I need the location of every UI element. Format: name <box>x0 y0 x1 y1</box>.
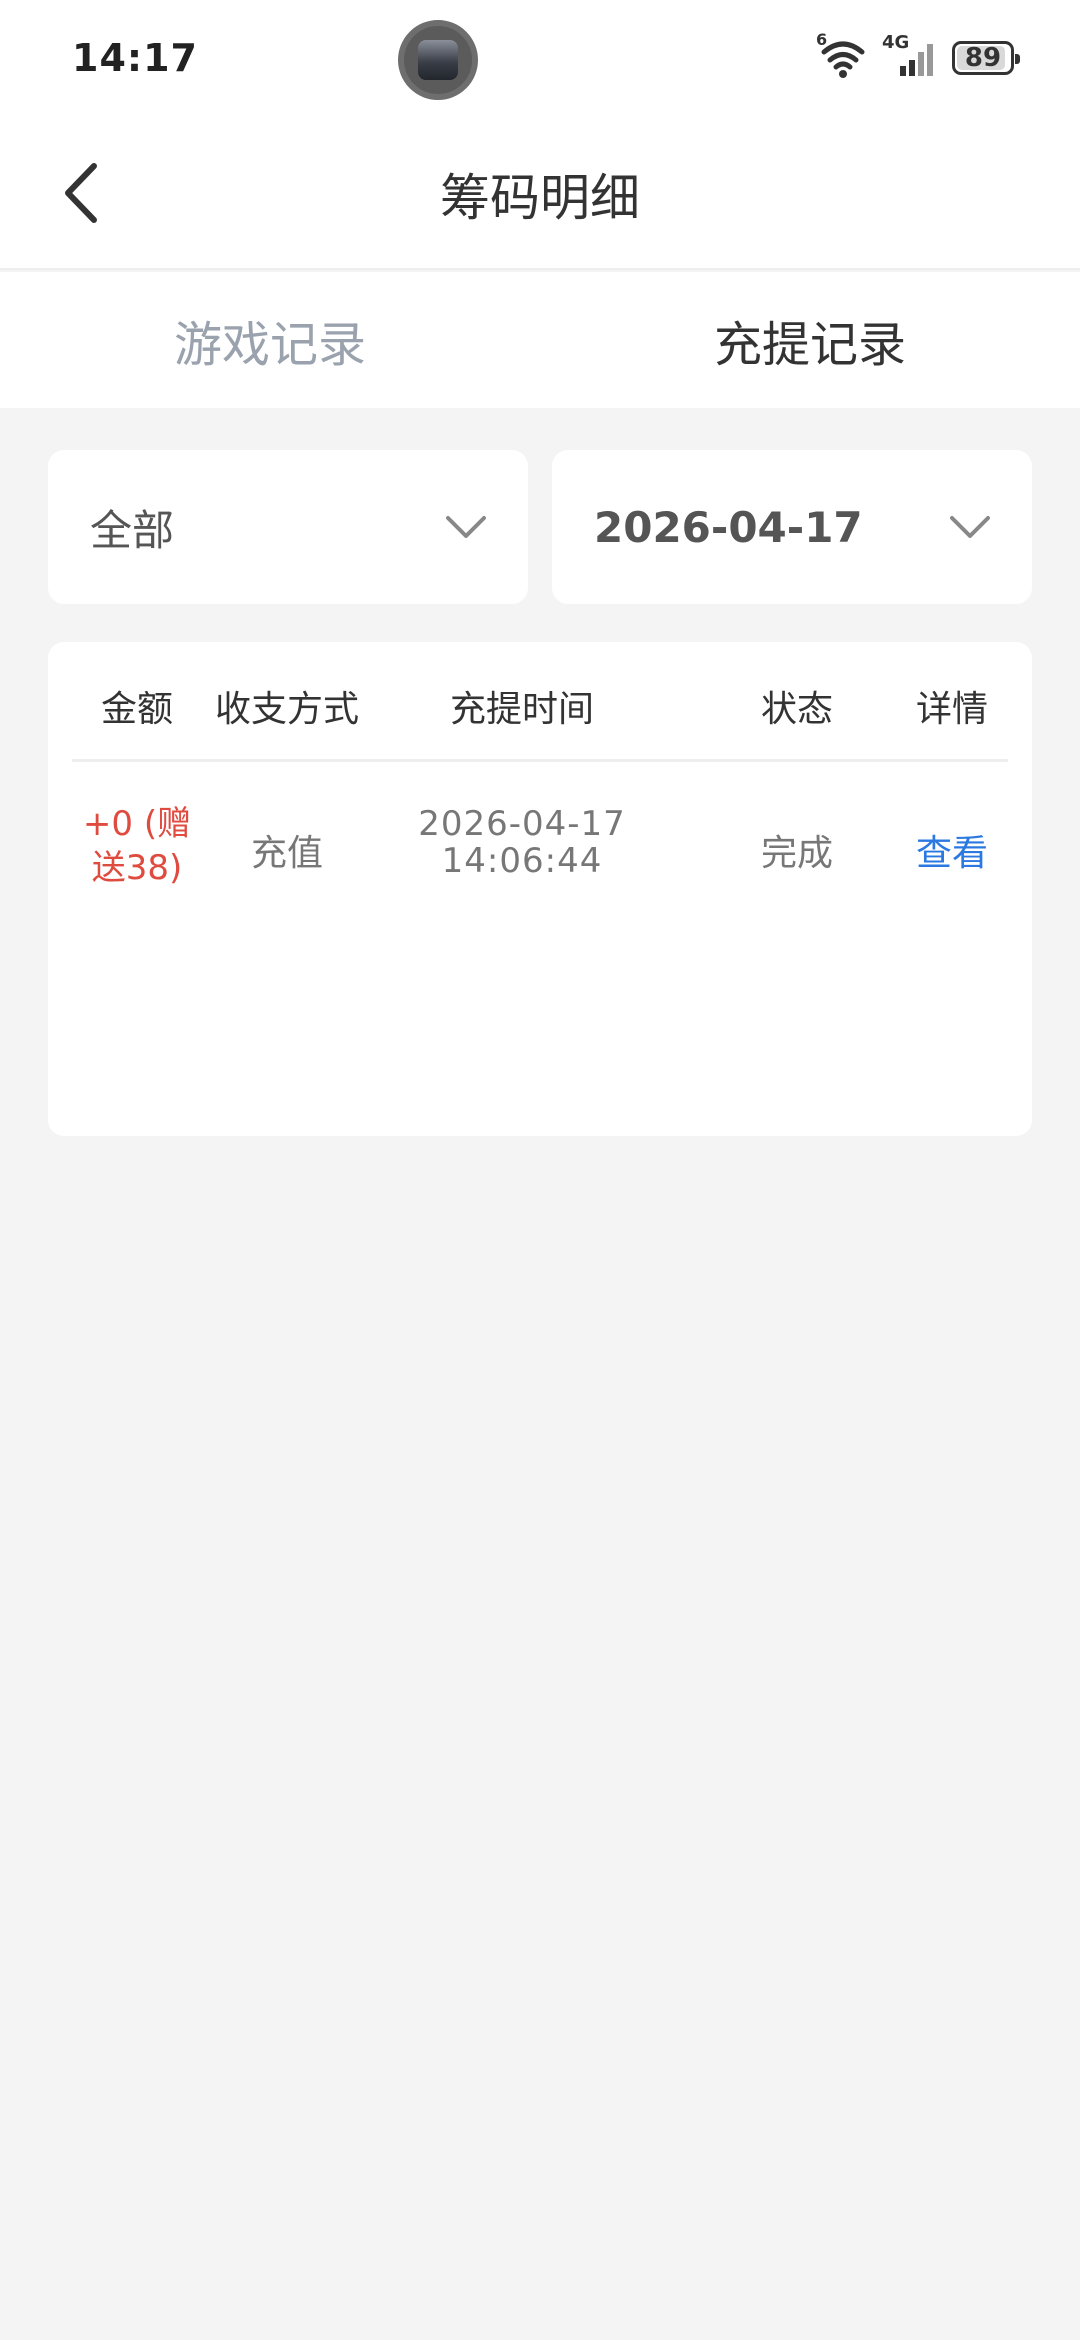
battery-icon: 89 <box>952 41 1020 75</box>
battery-level: 89 <box>964 43 1002 73</box>
status-icons: 6 4G 89 <box>816 30 1020 80</box>
chevron-down-icon <box>950 516 990 538</box>
cellular-icon: 4G <box>882 32 938 80</box>
nav-bar: 筹码明细 <box>0 120 1080 270</box>
time-clock: 14:06:44 <box>441 841 603 881</box>
view-detail-link[interactable]: 查看 <box>892 824 1012 876</box>
status-bar: 14:17 6 4G 89 <box>0 0 1080 120</box>
chevron-down-icon <box>446 516 486 538</box>
table-row: +0 (赠 送38) 充值 2026-04-17 14:06:44 完成 查看 <box>72 762 1008 932</box>
amount-line-1: +0 (赠 <box>82 804 192 844</box>
wifi-icon: 6 <box>816 30 868 80</box>
type-filter-value: 全部 <box>90 505 175 555</box>
page-title: 筹码明细 <box>440 169 640 227</box>
tab-game-records[interactable]: 游戏记录 <box>0 272 540 408</box>
type-filter-dropdown[interactable]: 全部 <box>48 450 528 604</box>
cell-status: 完成 <box>760 833 833 874</box>
status-time: 14:17 <box>72 36 198 80</box>
header-detail: 详情 <box>915 689 988 730</box>
header-time: 充提时间 <box>449 689 594 730</box>
table-header: 金额 收支方式 充提时间 状态 详情 <box>72 642 1008 762</box>
header-amount: 金额 <box>100 689 173 730</box>
cell-amount: +0 (赠 送38) <box>72 802 202 890</box>
header-status: 状态 <box>760 689 833 730</box>
header-method: 收支方式 <box>214 689 359 730</box>
wifi-level: 6 <box>816 30 828 49</box>
tab-recharge-withdraw-records[interactable]: 充提记录 <box>540 272 1080 408</box>
records-table: 金额 收支方式 充提时间 状态 详情 +0 (赠 送38) 充值 2026-04… <box>48 642 1032 1136</box>
avatar-image <box>418 40 458 80</box>
date-filter-value: 2026-04-17 <box>594 502 863 552</box>
cell-method: 充值 <box>250 833 323 874</box>
record-tabs: 游戏记录 充提记录 <box>0 272 1080 408</box>
floating-avatar[interactable] <box>398 20 478 100</box>
cell-time: 2026-04-17 14:06:44 <box>372 806 672 880</box>
time-date: 2026-04-17 <box>418 804 626 844</box>
date-filter-dropdown[interactable]: 2026-04-17 <box>552 450 1032 604</box>
amount-line-2: 送38) <box>91 848 183 888</box>
